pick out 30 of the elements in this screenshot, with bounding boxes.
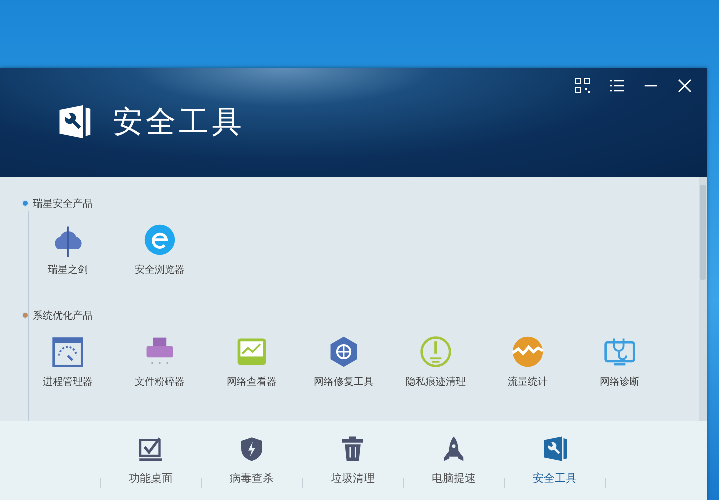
menu-button[interactable]	[609, 78, 625, 94]
tool-item[interactable]: 网络修复工具	[298, 330, 390, 399]
tool-item[interactable]: 安全浏览器	[114, 218, 206, 287]
nav-tab[interactable]: 垃圾清理	[303, 429, 403, 492]
tool-item[interactable]: 文件粉碎器	[114, 330, 206, 399]
close-button[interactable]	[677, 78, 693, 94]
browser-icon	[143, 222, 177, 257]
section-title: 瑞星安全产品	[33, 198, 93, 211]
tool-item[interactable]: 流量统计	[482, 330, 574, 399]
menu-icon	[609, 78, 625, 94]
nav-tab[interactable]: 电脑提速	[404, 429, 504, 492]
nav-tab[interactable]: 病毒查杀	[202, 429, 302, 492]
nav-tab[interactable]: 安全工具	[505, 429, 605, 492]
tool-item[interactable]: 瑞星之剑	[22, 218, 114, 287]
gauge-icon	[51, 334, 85, 369]
section-title: 系统优化产品	[33, 310, 93, 323]
tool-item[interactable]: 网络查看器	[206, 330, 298, 399]
minimize-icon	[644, 85, 658, 87]
traffic-icon	[511, 334, 545, 369]
alert-icon	[419, 334, 453, 369]
tool-item[interactable]: 网络诊断	[574, 330, 666, 399]
tool-item[interactable]: 进程管理器	[22, 330, 114, 399]
close-icon	[677, 78, 693, 94]
qr-code-button[interactable]	[575, 78, 591, 94]
timeline-dot	[22, 200, 29, 208]
scrollbar[interactable]	[699, 176, 707, 421]
nav-tab[interactable]: 功能桌面	[101, 429, 201, 492]
qr-code-icon	[575, 78, 591, 94]
tool-item[interactable]: 隐私痕迹清理	[390, 330, 482, 399]
window-title: 安全工具	[113, 104, 245, 142]
